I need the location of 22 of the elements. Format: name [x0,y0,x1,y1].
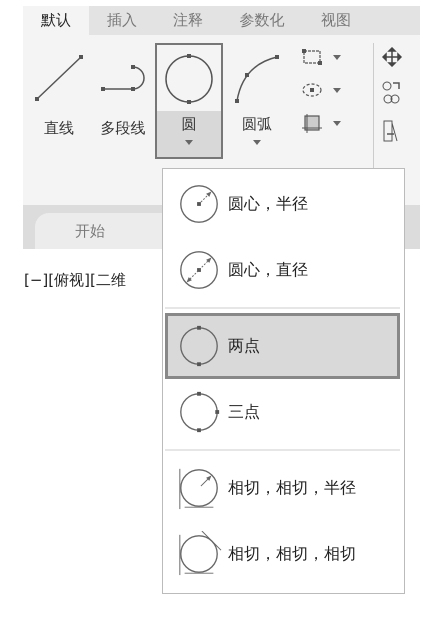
menu-item[interactable]: 三点 [165,379,400,445]
menu-item[interactable]: 圆心，半径 [165,171,400,237]
menu-item[interactable]: 相切，相切，相切 [165,521,400,587]
ribbon-tab[interactable]: 默认 [23,6,89,35]
menu-item[interactable]: 两点 [165,313,400,379]
menu-item[interactable]: 相切，相切，半径 [165,455,400,521]
caret-icon [185,140,193,145]
caret-icon [253,140,261,145]
hatch-icon [301,113,323,134]
caret-icon [333,121,341,126]
move-icon[interactable] [382,47,402,67]
caret-icon [333,88,341,93]
file-tab[interactable]: 开始 [35,213,165,249]
mirror-icon[interactable] [382,119,398,143]
menu-item[interactable]: 圆心，直径 [165,237,400,303]
tool-button[interactable]: 圆 [155,43,223,159]
tool-button[interactable]: 多段线 [91,43,155,159]
tool-button[interactable]: 直线 [27,43,91,159]
tool-button[interactable]: 圆弧 [223,43,291,159]
rectangle-icon [301,47,323,68]
copy-icon[interactable] [382,81,402,105]
caret-icon [333,55,341,60]
